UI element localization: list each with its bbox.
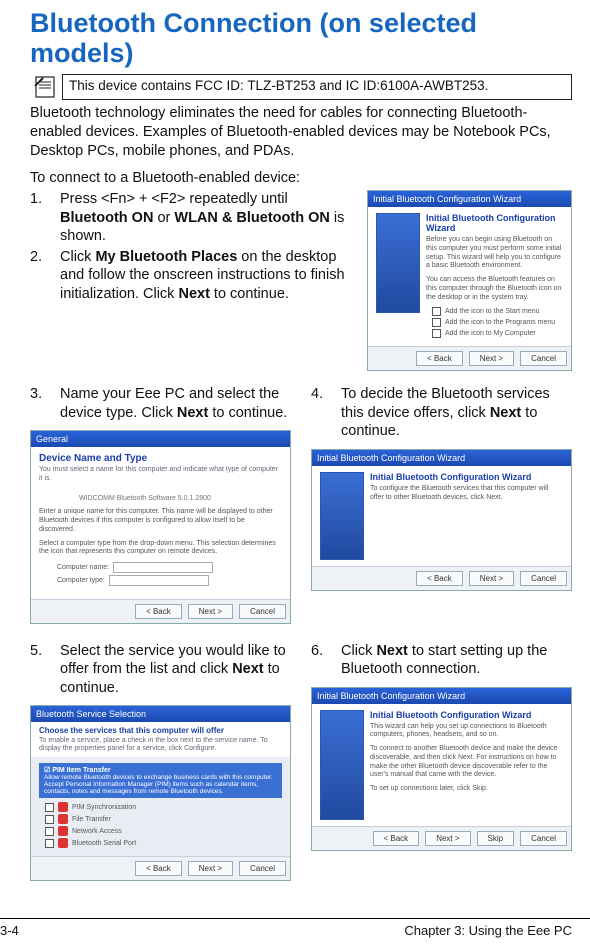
dialog-back-button[interactable]: < Back (416, 571, 463, 586)
dialog-back-button[interactable]: < Back (416, 351, 463, 366)
step-4: 4. To decide the Bluetooth services this… (311, 385, 572, 441)
panel-subtext: You must select a name for this computer… (39, 466, 282, 482)
dialog-cancel-button[interactable]: Cancel (520, 571, 567, 586)
step-5: 5. Select the service you would like to … (30, 642, 291, 698)
screenshot-start-setup: Initial Bluetooth Configuration Wizard I… (311, 687, 572, 851)
screenshot-initial-wizard: Initial Bluetooth Configuration Wizard I… (367, 190, 572, 371)
step-body: Select the service you would like to off… (60, 642, 291, 698)
step-2: 2. Click My Bluetooth Places on the desk… (30, 248, 357, 304)
panel-heading: Choose the services that this computer w… (39, 726, 282, 735)
step-body: To decide the Bluetooth services this de… (341, 385, 572, 441)
dialog-cancel-button[interactable]: Cancel (239, 604, 286, 619)
window-titlebar: Initial Bluetooth Configuration Wizard (312, 450, 571, 466)
screenshot-service-selection: Bluetooth Service Selection Choose the s… (30, 705, 291, 881)
wizard-heading: Initial Bluetooth Configuration Wizard (370, 472, 563, 482)
window-titlebar: Bluetooth Service Selection (31, 706, 290, 722)
screenshot-services-intro: Initial Bluetooth Configuration Wizard I… (311, 449, 572, 591)
note-text: This device contains FCC ID: TLZ-BT253 a… (62, 74, 572, 100)
step-1: 1. Press <Fn> + <F2> repeatedly until Bl… (30, 190, 357, 246)
step-3: 3. Name your Eee PC and select the devic… (30, 385, 291, 422)
panel-subtext: To enable a service, place a check in th… (39, 737, 282, 753)
dialog-next-button[interactable]: Next > (469, 571, 514, 586)
step-body: Click Next to start setting up the Bluet… (341, 642, 572, 679)
step-number: 5. (30, 642, 60, 698)
dialog-next-button[interactable]: Next > (188, 604, 233, 619)
screenshot-device-name: General Device Name and Type You must se… (30, 430, 291, 623)
dialog-back-button[interactable]: < Back (373, 831, 420, 846)
intro-paragraph: Bluetooth technology eliminates the need… (30, 104, 572, 160)
step-number: 3. (30, 385, 60, 422)
note-icon (30, 74, 62, 100)
dialog-back-button[interactable]: < Back (135, 861, 182, 876)
dialog-cancel-button[interactable]: Cancel (520, 831, 567, 846)
window-titlebar: Initial Bluetooth Configuration Wizard (368, 191, 571, 207)
step-body: Name your Eee PC and select the device t… (60, 385, 291, 422)
page-footer: 3-4 Chapter 3: Using the Eee PC (0, 918, 590, 938)
step-6: 6. Click Next to start setting up the Bl… (311, 642, 572, 679)
step-number: 4. (311, 385, 341, 441)
wizard-heading: Initial Bluetooth Configuration Wizard (370, 710, 563, 720)
step-number: 2. (30, 248, 60, 304)
step-number: 1. (30, 190, 60, 246)
dialog-skip-button[interactable]: Skip (477, 831, 515, 846)
panel-heading: Device Name and Type (39, 453, 282, 464)
dialog-next-button[interactable]: Next > (469, 351, 514, 366)
window-titlebar: Initial Bluetooth Configuration Wizard (312, 688, 571, 704)
step-number: 6. (311, 642, 341, 679)
dialog-next-button[interactable]: Next > (425, 831, 470, 846)
dialog-cancel-button[interactable]: Cancel (239, 861, 286, 876)
lead-line: To connect to a Bluetooth-enabled device… (30, 170, 572, 186)
page-number: 3-4 (0, 923, 19, 938)
dialog-cancel-button[interactable]: Cancel (520, 351, 567, 366)
note-row: This device contains FCC ID: TLZ-BT253 a… (30, 74, 572, 100)
chapter-label: Chapter 3: Using the Eee PC (404, 923, 572, 938)
window-titlebar: General (31, 431, 290, 447)
dialog-next-button[interactable]: Next > (188, 861, 233, 876)
step-body: Click My Bluetooth Places on the desktop… (60, 248, 357, 304)
step-body: Press <Fn> + <F2> repeatedly until Bluet… (60, 190, 357, 246)
wizard-heading: Initial Bluetooth Configuration Wizard (426, 213, 563, 233)
page-title: Bluetooth Connection (on selected models… (30, 8, 572, 68)
dialog-back-button[interactable]: < Back (135, 604, 182, 619)
